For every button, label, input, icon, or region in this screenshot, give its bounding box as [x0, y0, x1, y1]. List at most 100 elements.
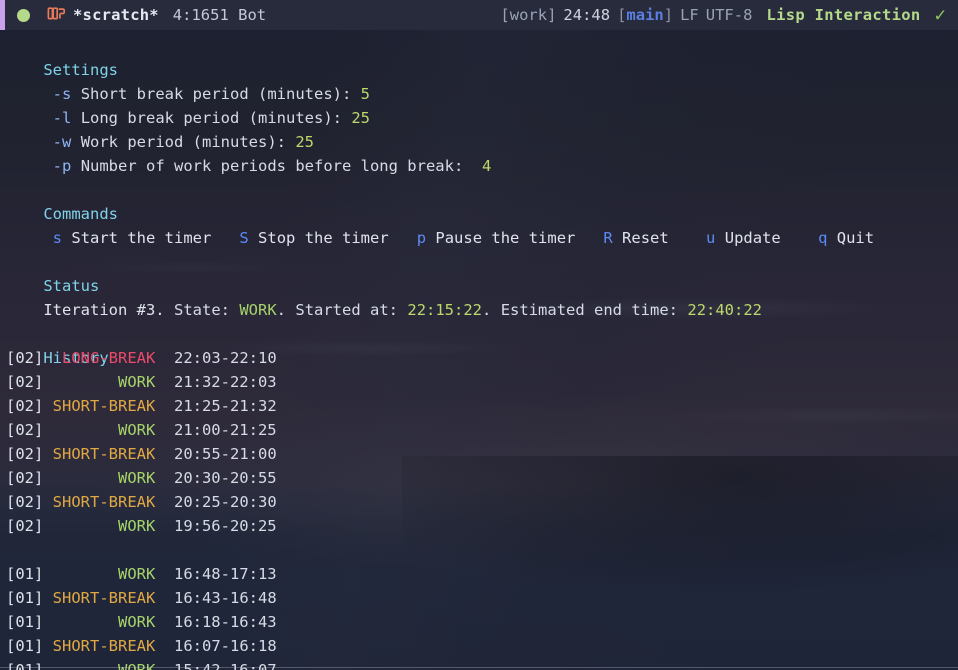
history-row: [02] WORK 20:30-20:55 [6, 466, 958, 490]
history-pad [43, 613, 118, 631]
setting-flag[interactable]: -l [53, 109, 72, 127]
history-iteration: [02] [6, 517, 44, 535]
setting-flag[interactable]: -p [53, 157, 72, 175]
history-row: [01] WORK 16:18-16:43 [6, 610, 958, 634]
history-gap [155, 469, 174, 487]
history-state: WORK [117, 613, 156, 631]
history-row: [01] SHORT-BREAK 16:43-16:48 [6, 586, 958, 610]
checkmark-icon: ✓ [934, 3, 946, 26]
window-accent-edge [0, 0, 5, 30]
commands-row: s Start the timer S Stop the timer p Pau… [6, 202, 958, 247]
history-iteration: [02] [6, 397, 44, 415]
history-row: [02] LONG-BREAK 22:03-22:10 [6, 346, 958, 370]
settings-heading: Settings [43, 61, 118, 79]
history-iteration: [01] [6, 661, 44, 670]
history-iteration: [02] [6, 421, 44, 439]
status-started-value: 22:15:22 [407, 301, 483, 319]
history-gap [155, 517, 174, 535]
setting-value: 5 [360, 85, 370, 103]
history-pad [43, 661, 118, 670]
command-label-stop[interactable]: Stop the timer [258, 229, 389, 247]
history-pad [43, 637, 52, 655]
history-pad [43, 589, 52, 607]
history-gap [155, 397, 174, 415]
setting-label: Number of work periods before long break… [80, 157, 464, 175]
history-row: [01] WORK 15:42-16:07 [6, 658, 958, 670]
history-iteration: [02] [6, 349, 44, 367]
history-row: [01] SHORT-BREAK 16:07-16:18 [6, 634, 958, 658]
branch-bracket-close: ] [663, 6, 674, 24]
history-iteration: [01] [6, 613, 44, 631]
history-iteration: [02] [6, 469, 44, 487]
status-iteration: Iteration #3. [43, 301, 165, 319]
history-iteration: [02] [6, 445, 44, 463]
status-end-value: 22:40:22 [687, 301, 763, 319]
history-list: [02] LONG-BREAK 22:03-22:10 [02] WORK 21:… [6, 346, 958, 670]
line-ending-indicator[interactable]: LF [680, 3, 699, 27]
history-row: [02] SHORT-BREAK 21:25-21:32 [6, 394, 958, 418]
history-time-range: 21:32-22:03 [173, 373, 277, 391]
setting-flag[interactable]: -s [53, 85, 72, 103]
history-pad [43, 349, 62, 367]
setting-value: 25 [351, 109, 370, 127]
vcs-branch[interactable]: main [626, 3, 663, 27]
command-label-quit[interactable]: Quit [837, 229, 874, 247]
history-state: SHORT-BREAK [52, 589, 156, 607]
setting-label: Work period (minutes): [80, 133, 286, 151]
buffer-modified-dot-icon [17, 8, 30, 22]
setting-label: Short break period (minutes): [80, 85, 352, 103]
history-row: [02] WORK 19:56-20:25 [6, 514, 958, 538]
command-label-reset[interactable]: Reset [622, 229, 669, 247]
command-key-quit[interactable]: q [818, 229, 827, 247]
history-heading: History [43, 349, 109, 367]
command-key-reset[interactable]: R [603, 229, 612, 247]
history-iteration: [01] [6, 637, 44, 655]
branch-bracket-open: [ [617, 6, 627, 24]
history-pad [43, 469, 118, 487]
command-label-start[interactable]: Start the timer [71, 229, 211, 247]
major-mode-indicator[interactable]: Lisp Interaction [766, 3, 920, 27]
setting-flag[interactable]: -w [53, 133, 72, 151]
scratch-buffer[interactable]: Settings -s Short break period (minutes)… [0, 30, 958, 670]
history-pad [43, 493, 52, 511]
history-pad [43, 565, 118, 583]
history-iteration: [01] [6, 589, 44, 607]
history-state: WORK [117, 565, 156, 583]
status-heading: Status [43, 277, 100, 295]
command-label-pause[interactable]: Pause the timer [435, 229, 575, 247]
history-pad [43, 397, 52, 415]
history-state: LONG-BREAK [62, 349, 156, 367]
history-time-range: 16:43-16:48 [174, 589, 277, 607]
history-time-range: 19:56-20:25 [173, 517, 277, 535]
history-gap [155, 637, 174, 655]
buffer-name[interactable]: *scratch* [73, 3, 159, 27]
emacs-header-line: *scratch* 4:1651 Bot [work] 24:48 [ main… [0, 0, 958, 30]
status-end-label: Estimated end time: [500, 301, 679, 319]
history-pad [43, 445, 52, 463]
history-state: SHORT-BREAK [52, 637, 156, 655]
command-label-update[interactable]: Update [725, 229, 781, 247]
history-gap [155, 565, 174, 583]
status-started-label: Started at: [295, 301, 399, 319]
history-state: WORK [117, 517, 156, 535]
setting-row-short-break: -s Short break period (minutes): 5 [6, 58, 958, 103]
setting-value: 25 [295, 133, 315, 151]
history-row: [02] WORK 21:00-21:25 [6, 418, 958, 442]
history-iteration: [02] [6, 373, 44, 391]
history-gap [155, 349, 174, 367]
status-state-suffix: . [276, 301, 287, 319]
encoding-indicator[interactable]: UTF-8 [706, 3, 753, 27]
history-gap [155, 613, 174, 631]
history-gap [155, 589, 174, 607]
history-state: WORK [117, 661, 156, 670]
command-key-start[interactable]: s [53, 229, 62, 247]
history-gap [155, 493, 174, 511]
command-key-update[interactable]: u [706, 229, 715, 247]
workspace-indicator[interactable]: [work] [500, 3, 556, 27]
command-key-stop[interactable]: S [239, 229, 248, 247]
command-key-pause[interactable]: p [417, 229, 426, 247]
history-state: WORK [117, 469, 156, 487]
history-gap [155, 421, 174, 439]
status-line: Iteration #3. State: WORK. Started at: 2… [6, 274, 958, 319]
history-iteration: [01] [6, 565, 44, 583]
